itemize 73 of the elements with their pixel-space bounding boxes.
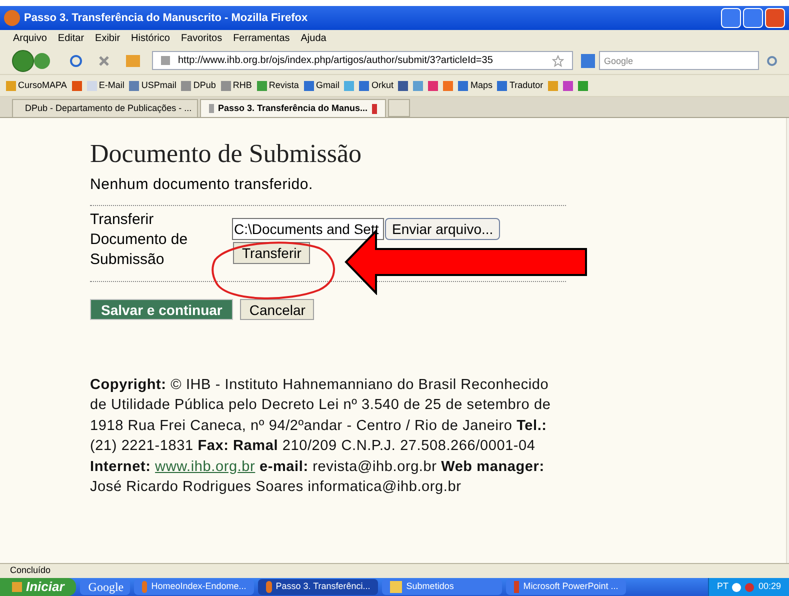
search-icon[interactable] [767,56,777,66]
stop-icon[interactable] [98,54,110,66]
bookmark-icon[interactable] [398,80,408,90]
bookmark-item[interactable]: USPmail [141,78,176,92]
taskbar-button[interactable]: Google [80,579,130,595]
bookmark-item[interactable]: E-Mail [98,78,124,92]
forward-button[interactable] [34,52,50,68]
website-link[interactable]: www.ihb.org.br [155,458,256,474]
windows-logo-icon [12,582,22,592]
star-icon[interactable] [552,54,564,66]
clock: 00:29 [758,580,781,594]
bookmark-icon[interactable] [458,80,468,90]
cancel-button[interactable]: Cancelar [240,298,314,320]
bookmark-icon[interactable] [428,80,438,90]
browser-icon [266,581,272,593]
bookmark-item[interactable]: Tradutor [509,78,544,92]
bookmark-icon[interactable] [359,80,370,90]
bookmark-icon[interactable] [72,80,82,90]
menu-item[interactable]: Ajuda [300,31,326,46]
field-label: Transferir Documento de Submissão [90,210,189,270]
bookmark-icon[interactable] [304,80,314,90]
bookmark-item[interactable]: Gmail [316,78,340,92]
browser-tab[interactable]: Passo 3. Transferência do Manus... [200,99,386,117]
taskbar-button[interactable]: Submetidos [382,579,502,595]
menu-item[interactable]: Editar [58,31,84,46]
status-text: Concluído [10,564,51,578]
bookmark-icon[interactable] [181,80,192,90]
site-icon [161,56,170,65]
back-button[interactable] [12,50,34,72]
bookmark-icon[interactable] [497,80,508,90]
window-title: Passo 3. Transferência do Manuscrito - Mozilla Firefox [24,10,309,26]
new-tab-button[interactable] [388,99,410,117]
bookmark-item[interactable]: RHB [232,78,252,92]
bookmark-icon[interactable] [578,80,588,90]
taskbar-button[interactable]: Microsoft PowerPoint ... [506,579,626,595]
menu-item[interactable]: Exibir [95,31,120,46]
maximize-button[interactable] [743,8,763,28]
close-tab-icon[interactable] [372,104,377,114]
bookmark-item[interactable]: Maps [470,78,492,92]
bookmark-icon[interactable] [413,80,424,90]
bookmark-icon[interactable] [563,80,574,90]
upload-button[interactable]: Transferir [233,242,310,264]
browser-icon [142,581,148,593]
bookmark-item[interactable]: Orkut [371,78,394,92]
bookmark-item[interactable]: DPub [193,78,216,92]
browse-button[interactable]: Enviar arquivo... [385,218,500,240]
footer-text: Copyright: © IHB - Instituto Hahnemanniano do Brasil Reconhecido de Utilidade Pública pelo Decreto Lei nº 3.540 de 25 de setembro de 1918 Rua Frei Caneca, nº 94/2ºandar - Centro / Rio de Janeiro Tel.: (21) 2221-1831 Fax: Ramal 210/209 C.N.P.J. 27.508.266/0001-04 Internet: www.ihb.org.br e-mail: revista@ihb.org.br Web manager: José Ricardo Rodrigues Soares informatica@ihb.org.br [90,376,552,497]
taskbar-button[interactable]: HomeoIndex-Endome... [134,579,254,595]
bookmark-icon[interactable] [256,80,267,90]
app-icon [514,581,520,593]
folder-icon [390,581,402,593]
address-field[interactable]: http://www.ihb.org.br/ojs/index.php/artigos/author/submit/3?articleId=35 [152,51,573,70]
bookmark-icon[interactable] [220,80,231,90]
save-button[interactable]: Salvar e continuar [90,298,234,320]
menu-item[interactable]: Ferramentas [233,31,290,46]
minimize-button[interactable] [721,8,741,28]
close-button[interactable] [765,8,785,28]
bookmark-icon[interactable] [443,80,454,90]
start-button[interactable]: Iniciar [0,578,76,596]
page-heading: Documento de Submissão [90,138,363,170]
browser-icon [4,10,20,26]
menu-item[interactable]: Arquivo [13,31,47,46]
status-message: Nenhum documento transferido. [90,175,314,195]
search-field[interactable]: Google [599,51,759,70]
menu-item[interactable]: Favoritos [180,31,222,46]
browser-tab[interactable]: DPub - Departamento de Publicações - ... [12,99,198,117]
bookmark-icon[interactable] [129,80,140,90]
reload-icon[interactable] [70,54,82,66]
menu-item[interactable]: Histórico [131,31,170,46]
bookmark-item[interactable]: Revista [268,78,299,92]
taskbar-button[interactable]: Passo 3. Transferênci... [258,579,378,595]
site-icon [209,104,214,113]
bookmark-item[interactable]: CursoMAPA [18,78,67,92]
